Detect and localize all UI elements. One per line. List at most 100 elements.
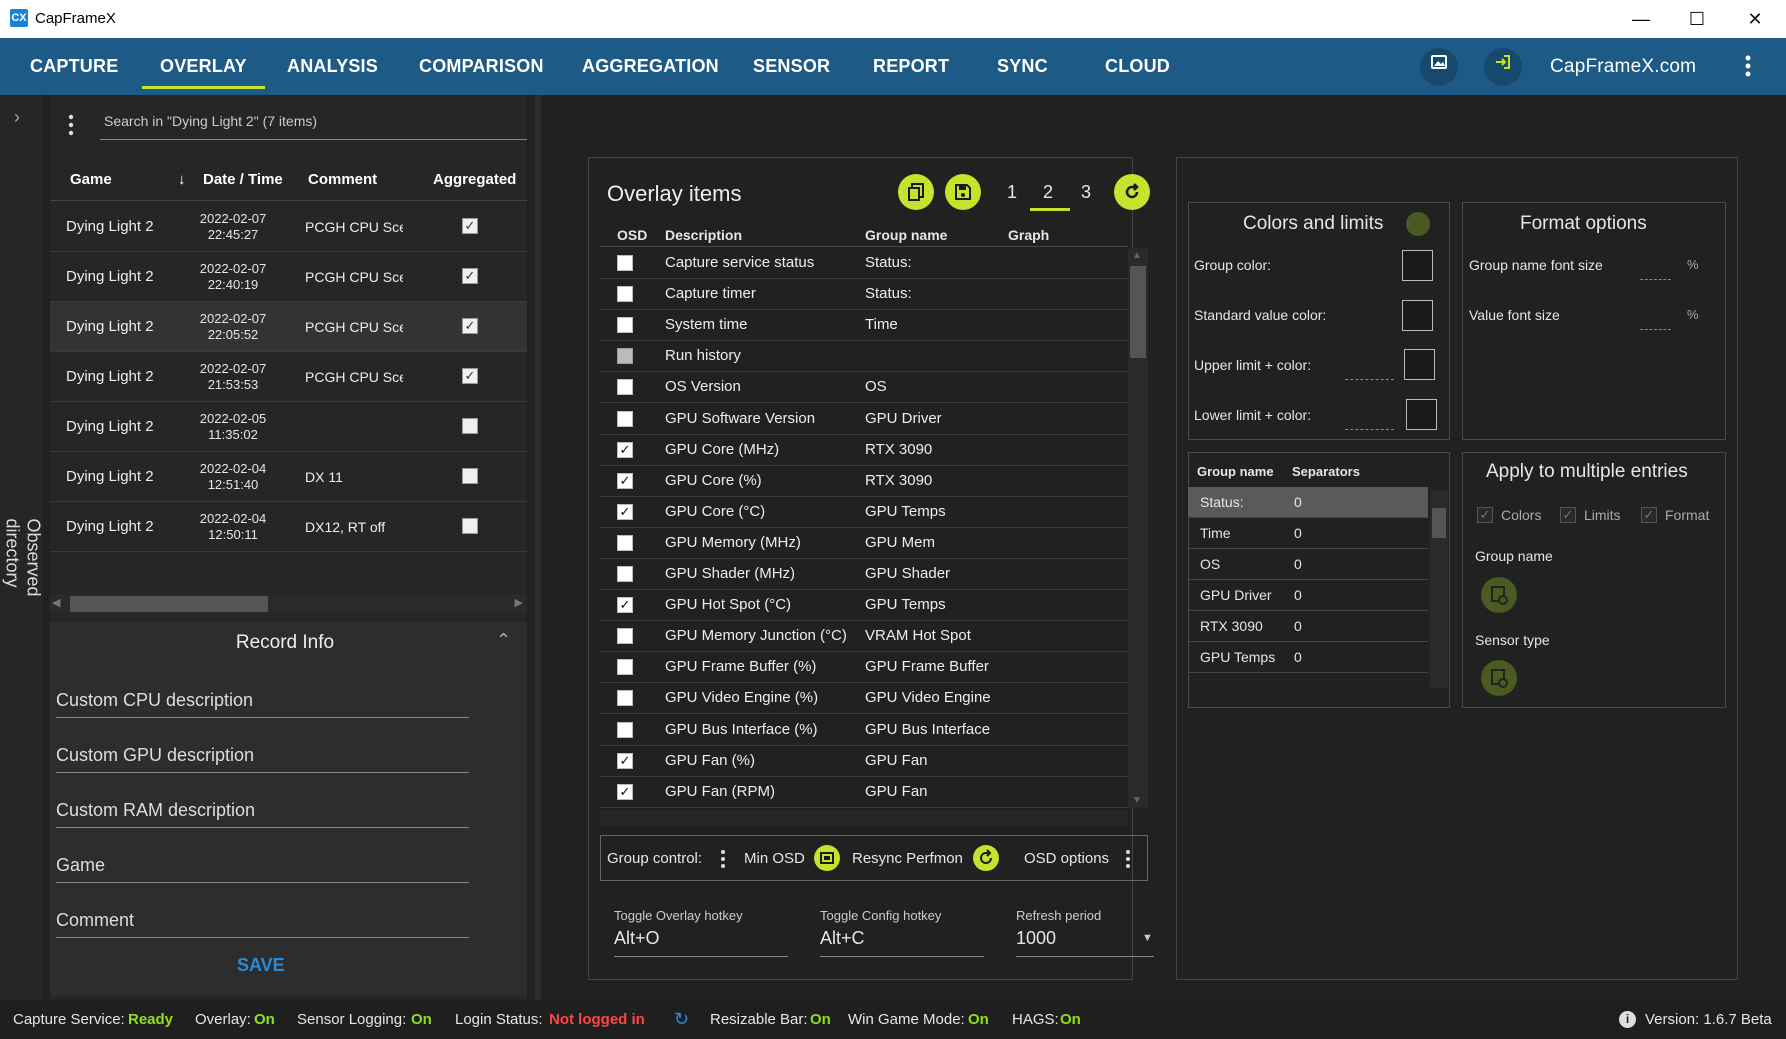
toggle-config-hotkey-input[interactable]: Alt+C bbox=[820, 928, 984, 957]
splitter[interactable] bbox=[535, 95, 541, 1000]
apply-format-checkbox[interactable]: ✓ bbox=[1641, 507, 1657, 523]
osd-checkbox[interactable] bbox=[617, 659, 633, 676]
record-row[interactable]: Dying Light 2 2022-02-04 12:51:40 DX 11 bbox=[50, 452, 527, 502]
record-aggregated-checkbox[interactable]: ✓ bbox=[462, 368, 478, 384]
col-game[interactable]: Game bbox=[70, 171, 112, 188]
osd-checkbox[interactable] bbox=[617, 534, 633, 551]
minimize-button[interactable]: — bbox=[1618, 6, 1664, 32]
overlay-item-group[interactable]: RTX 3090 bbox=[865, 441, 932, 458]
copy-button[interactable] bbox=[898, 174, 934, 210]
apply-limits-checkbox[interactable]: ✓ bbox=[1560, 507, 1576, 523]
osd-checkbox[interactable] bbox=[617, 379, 633, 396]
overlay-item-group[interactable]: Status: bbox=[865, 285, 912, 302]
overlay-item-group[interactable]: OS bbox=[865, 378, 887, 395]
osd-checkbox[interactable] bbox=[617, 721, 633, 738]
separator-count[interactable]: 0 bbox=[1294, 556, 1302, 572]
game-field[interactable]: Game bbox=[56, 855, 469, 883]
overlay-horizontal-scrollbar[interactable] bbox=[600, 810, 1128, 826]
tab-sensor[interactable]: SENSOR bbox=[753, 38, 830, 95]
tab-overlay[interactable]: OVERLAY bbox=[142, 38, 265, 95]
overlay-item-row[interactable]: GPU Video Engine (%) GPU Video Engine bbox=[600, 683, 1130, 715]
overlay-item-group[interactable]: GPU Fan bbox=[865, 752, 928, 769]
standard-color-swatch[interactable] bbox=[1402, 300, 1433, 331]
sort-desc-icon[interactable]: ↓ bbox=[178, 171, 186, 188]
overlay-item-group[interactable]: RTX 3090 bbox=[865, 472, 932, 489]
upper-limit-input[interactable] bbox=[1345, 379, 1394, 380]
record-row[interactable]: Dying Light 2 2022-02-07 21:53:53 PCGH CPU … bbox=[50, 352, 527, 402]
separator-count[interactable]: 0 bbox=[1294, 494, 1302, 510]
osd-checkbox[interactable] bbox=[617, 628, 633, 645]
separator-count[interactable]: 0 bbox=[1294, 618, 1302, 634]
overlay-item-group[interactable]: GPU Mem bbox=[865, 534, 935, 551]
tab-analysis[interactable]: ANALYSIS bbox=[287, 38, 378, 95]
close-button[interactable]: ✕ bbox=[1732, 6, 1778, 32]
refresh-status-icon[interactable]: ↻ bbox=[674, 1009, 689, 1030]
search-menu-icon[interactable] bbox=[66, 113, 76, 137]
search-input[interactable]: Search in "Dying Light 2" (7 items) bbox=[100, 110, 527, 140]
col-aggregated[interactable]: Aggregated bbox=[433, 171, 516, 188]
record-row[interactable]: Dying Light 2 2022-02-05 11:35:02 bbox=[50, 402, 527, 452]
record-row[interactable]: Dying Light 2 2022-02-07 22:05:52 PCGH CPU … bbox=[50, 302, 527, 352]
horizontal-scrollbar[interactable]: ◀ ▶ bbox=[50, 594, 527, 614]
separator-row[interactable]: GPU Temps 0 bbox=[1188, 642, 1428, 673]
record-aggregated-checkbox[interactable] bbox=[462, 418, 478, 434]
separator-count[interactable]: 0 bbox=[1294, 525, 1302, 541]
record-aggregated-checkbox[interactable] bbox=[462, 518, 478, 534]
separator-row[interactable]: GPU Driver 0 bbox=[1188, 580, 1428, 611]
osd-checkbox[interactable]: ✓ bbox=[617, 783, 633, 800]
overlay-item-group[interactable]: GPU Frame Buffer bbox=[865, 658, 989, 675]
col-description[interactable]: Description bbox=[665, 227, 742, 243]
overlay-item-group[interactable]: Status: bbox=[865, 254, 912, 271]
separator-count[interactable]: 0 bbox=[1294, 587, 1302, 603]
overlay-item-row[interactable]: ✓ GPU Fan (%) GPU Fan bbox=[600, 746, 1130, 777]
osd-checkbox[interactable] bbox=[617, 690, 633, 707]
screenshot-button[interactable] bbox=[1420, 48, 1458, 86]
page-1[interactable]: 1 bbox=[1007, 182, 1017, 203]
tab-comparison[interactable]: COMPARISON bbox=[419, 38, 544, 95]
col-graph[interactable]: Graph bbox=[1008, 227, 1049, 243]
osd-checkbox[interactable]: ✓ bbox=[617, 597, 633, 614]
overlay-item-group[interactable]: VRAM Hot Spot bbox=[865, 627, 971, 644]
tab-cloud[interactable]: CLOUD bbox=[1105, 38, 1170, 95]
osd-checkbox[interactable] bbox=[617, 348, 633, 365]
min-osd-button[interactable] bbox=[814, 845, 840, 871]
overlay-item-row[interactable]: Capture service status Status: bbox=[600, 248, 1130, 279]
separator-count[interactable]: 0 bbox=[1294, 649, 1302, 665]
overlay-item-group[interactable]: Time bbox=[865, 316, 898, 333]
col-datetime[interactable]: Date / Time bbox=[203, 171, 283, 188]
website-link[interactable]: CapFrameX.com bbox=[1550, 38, 1696, 95]
comment-field[interactable]: Comment bbox=[56, 910, 469, 938]
overlay-item-row[interactable]: GPU Memory Junction (°C) VRAM Hot Spot bbox=[600, 621, 1130, 653]
maximize-button[interactable]: ☐ bbox=[1674, 6, 1720, 32]
value-font-size-input[interactable] bbox=[1640, 329, 1671, 330]
osd-checkbox[interactable]: ✓ bbox=[617, 752, 633, 769]
scroll-down-icon[interactable]: ▼ bbox=[1132, 795, 1142, 806]
overlay-item-row[interactable]: System time Time bbox=[600, 310, 1130, 342]
tab-report[interactable]: REPORT bbox=[873, 38, 949, 95]
overlay-item-row[interactable]: GPU Memory (MHz) GPU Mem bbox=[600, 528, 1130, 559]
lower-limit-input[interactable] bbox=[1345, 429, 1394, 430]
separator-row[interactable]: RTX 3090 0 bbox=[1188, 611, 1428, 642]
overlay-item-row[interactable]: Capture timer Status: bbox=[600, 279, 1130, 311]
resync-perfmon-button[interactable] bbox=[973, 845, 999, 871]
overlay-item-row[interactable]: ✓ GPU Core (°C) GPU Temps bbox=[600, 497, 1130, 528]
group-font-size-input[interactable] bbox=[1640, 279, 1671, 280]
toggle-overlay-hotkey-input[interactable]: Alt+O bbox=[614, 928, 788, 957]
page-3[interactable]: 3 bbox=[1081, 182, 1091, 203]
overlay-item-row[interactable]: GPU Software Version GPU Driver bbox=[600, 404, 1130, 435]
overlay-item-row[interactable]: OS Version OS bbox=[600, 372, 1130, 404]
tab-capture[interactable]: CAPTURE bbox=[30, 38, 118, 95]
save-button[interactable]: SAVE bbox=[237, 955, 285, 976]
record-aggregated-checkbox[interactable]: ✓ bbox=[462, 318, 478, 334]
overlay-item-group[interactable]: GPU Driver bbox=[865, 410, 942, 427]
group-color-swatch[interactable] bbox=[1402, 250, 1433, 281]
osd-checkbox[interactable]: ✓ bbox=[617, 441, 633, 458]
col-osd[interactable]: OSD bbox=[617, 227, 647, 243]
overlay-item-row[interactable]: GPU Shader (MHz) GPU Shader bbox=[600, 559, 1130, 590]
separator-row[interactable]: Time 0 bbox=[1188, 518, 1428, 549]
separators-scrollbar[interactable] bbox=[1430, 490, 1448, 688]
overlay-item-group[interactable]: GPU Video Engine bbox=[865, 689, 991, 706]
custom-gpu-field[interactable]: Custom GPU description bbox=[56, 745, 469, 773]
scroll-right-icon[interactable]: ▶ bbox=[515, 596, 523, 609]
separator-row[interactable]: OS 0 bbox=[1188, 549, 1428, 580]
